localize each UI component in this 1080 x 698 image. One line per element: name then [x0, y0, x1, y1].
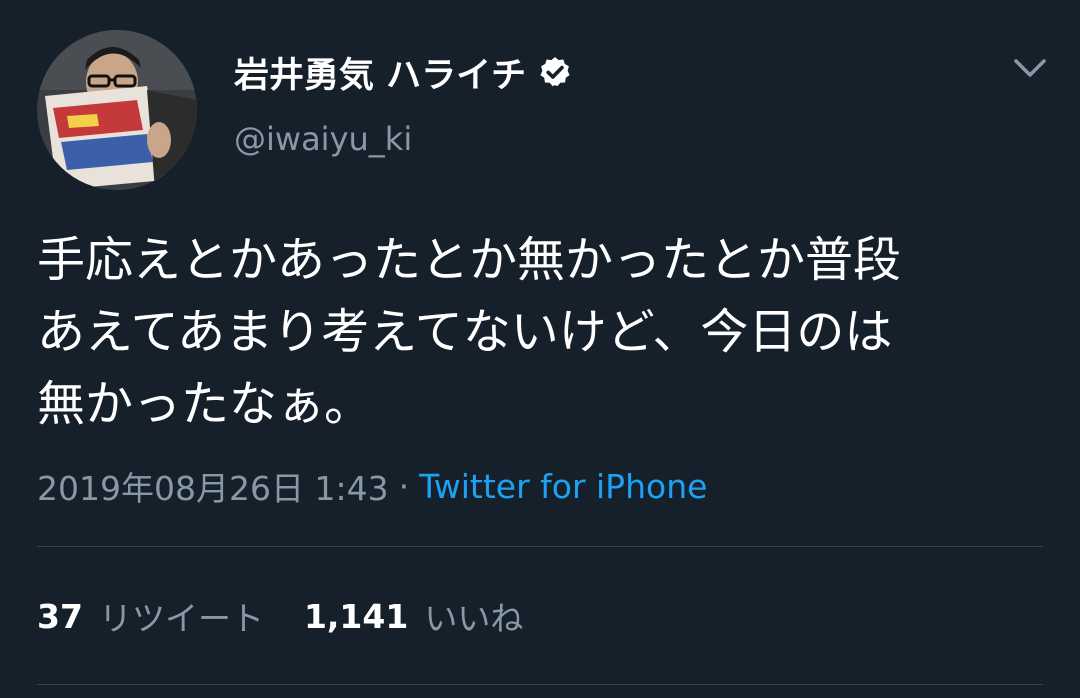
retweet-count: 37: [37, 596, 83, 636]
meta-separator: ·: [398, 466, 410, 506]
tweet-meta: 2019年08月26日 1:43 · Twitter for iPhone: [37, 462, 707, 510]
retweet-label: リツイート: [98, 599, 264, 638]
like-label: いいね: [424, 599, 524, 638]
tweet-source-link[interactable]: Twitter for iPhone: [419, 467, 707, 506]
avatar[interactable]: [37, 30, 197, 190]
display-name-text: 岩井勇気 ハライチ: [234, 55, 527, 96]
tweet-menu-button[interactable]: [1010, 52, 1050, 84]
profile-photo: [37, 30, 197, 190]
like-count: 1,141: [303, 596, 409, 636]
tweet-text-line: 手応えとかあったとか無かったとか普段: [37, 232, 902, 288]
divider: [37, 684, 1043, 685]
tweet-text-line: 無かったなぁ。: [37, 376, 373, 432]
tweet-stats: 37 リツイート 1,141 いいね: [37, 592, 523, 640]
user-handle[interactable]: @iwaiyu_ki: [234, 120, 412, 158]
likes-stat[interactable]: 1,141 いいね: [304, 592, 523, 640]
display-name[interactable]: 岩井勇気 ハライチ: [234, 48, 572, 96]
tweet-text-line: あえてあまり考えてないけど、今日のは: [37, 304, 893, 360]
chevron-down-icon: [1014, 59, 1046, 77]
tweet-timestamp[interactable]: 2019年08月26日 1:43: [37, 462, 389, 510]
verified-badge-icon: [540, 57, 570, 87]
retweets-stat[interactable]: 37 リツイート: [37, 592, 264, 640]
tweet-text: 手応えとかあったとか無かったとか普段 あえてあまり考えてないけど、今日のは 無か…: [37, 224, 1047, 440]
divider: [37, 546, 1043, 547]
